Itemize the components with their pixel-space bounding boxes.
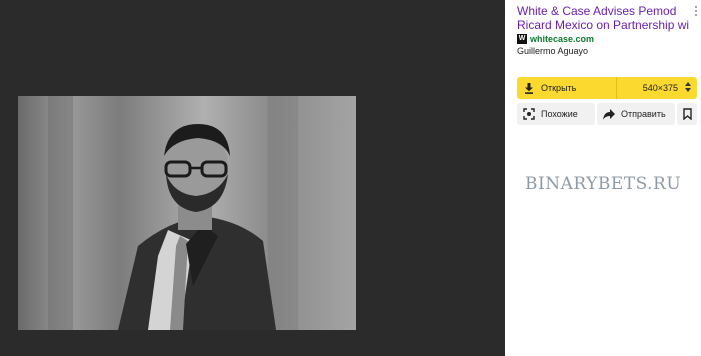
size-value: 540×375 [642, 83, 678, 93]
share-arrow-icon [603, 108, 615, 120]
source-row[interactable]: W whitecase.com [517, 33, 594, 45]
image-viewer [0, 0, 505, 356]
save-button[interactable] [677, 103, 697, 125]
size-select[interactable]: 540×375 [617, 82, 697, 94]
watermark-text: BINARYBETS.RU [525, 174, 682, 194]
bookmark-icon [682, 108, 692, 120]
source-domain[interactable]: whitecase.com [530, 34, 594, 44]
share-label: Отправить [621, 109, 666, 119]
share-button[interactable]: Отправить [597, 103, 675, 125]
open-button[interactable]: Открыть 540×375 [517, 77, 697, 99]
author-name: Guillermo Aguayo [517, 46, 589, 56]
up-down-arrows-icon [685, 82, 691, 94]
download-icon [517, 77, 541, 99]
result-title-link[interactable]: White & Case Advises Pemod Ricard Mexico… [517, 4, 689, 32]
info-panel: White & Case Advises Pemod Ricard Mexico… [505, 0, 701, 356]
open-label: Открыть [541, 83, 577, 93]
camera-search-icon [523, 108, 535, 120]
portrait-photo [48, 96, 298, 330]
title-line-1[interactable]: White & Case Advises Pemod [517, 4, 689, 18]
similar-label: Похожие [541, 109, 578, 119]
similar-button[interactable]: Похожие [517, 103, 595, 125]
more-vertical-icon[interactable] [693, 5, 699, 19]
preview-image[interactable] [18, 96, 356, 330]
favicon-icon: W [517, 34, 527, 44]
title-line-2[interactable]: Ricard Mexico on Partnership wit [517, 18, 689, 32]
